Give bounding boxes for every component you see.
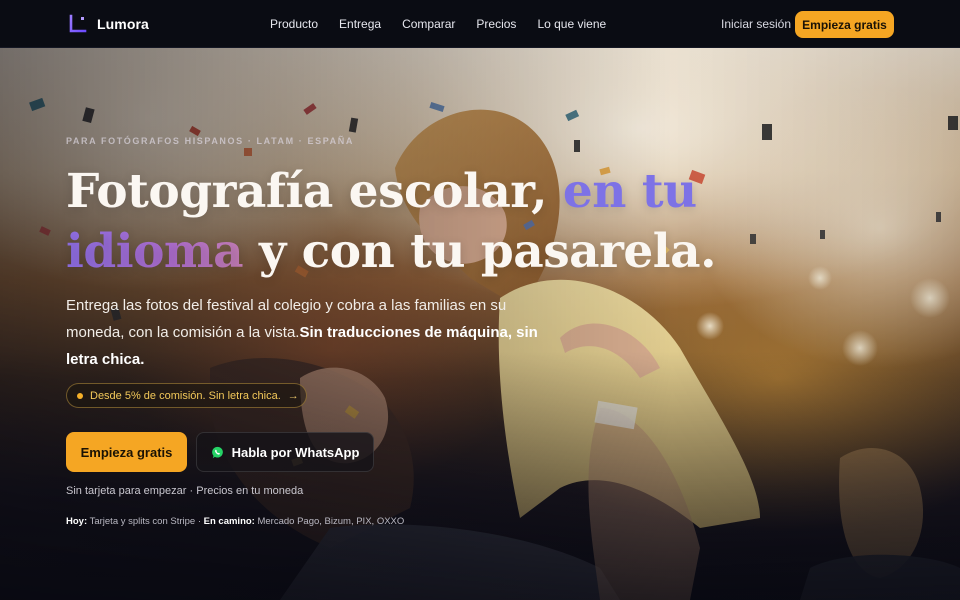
pill-text: Desde 5% de comisión. Sin letra chica. [90,389,281,402]
signin-link[interactable]: Iniciar sesión [721,17,791,31]
whatsapp-icon [211,446,223,458]
top-nav: Lumora Producto Entrega Comparar Precios… [0,0,960,48]
nav-link-producto[interactable]: Producto [270,17,318,31]
logo-mark-icon [68,14,88,34]
headline-part-2: y con tu pasarela. [243,224,716,279]
arrow-right-icon: → [287,389,299,402]
start-free-button[interactable]: Empieza gratis [66,432,187,472]
commission-pill[interactable]: Desde 5% de comisión. Sin letra chica. → [66,383,307,408]
hero-fineprint: Sin tarjeta para empezar · Precios en tu… [66,485,304,497]
headline-part-1: Fotografía escolar, [66,164,563,219]
whatsapp-button-label: Habla por WhatsApp [231,444,360,460]
nav-links: Producto Entrega Comparar Precios Lo que… [270,0,606,48]
brand-name: Lumora [97,16,149,32]
payments-coming-label: En camino: [203,516,255,527]
headline-accent-2: idioma [66,224,244,279]
nav-link-precios[interactable]: Precios [476,17,516,31]
payments-today-text: Tarjeta y splits con Stripe · [87,516,204,527]
headline-accent-1: en tu [562,164,697,219]
payment-methods: Hoy: Tarjeta y splits con Stripe · En ca… [66,516,404,527]
nav-link-entrega[interactable]: Entrega [339,17,381,31]
payments-coming-text: Mercado Pago, Bizum, PIX, OXXO [254,516,405,527]
nav-link-lo-que-viene[interactable]: Lo que viene [537,17,606,31]
nav-link-comparar[interactable]: Comparar [402,17,455,31]
nav-start-free-button[interactable]: Empieza gratis [795,11,894,38]
hero-eyebrow: PARA FOTÓGRAFOS HISPANOS · LATAM · ESPAÑ… [66,136,354,146]
hero-headline: Fotografía escolar, en tu idioma y con t… [66,162,766,282]
whatsapp-button[interactable]: Habla por WhatsApp [196,432,374,472]
pill-dot-icon [77,392,83,399]
payments-today-label: Hoy: [66,516,88,527]
hero-description: Entrega las fotos del festival al colegi… [66,292,556,373]
brand-logo[interactable]: Lumora [68,14,149,34]
